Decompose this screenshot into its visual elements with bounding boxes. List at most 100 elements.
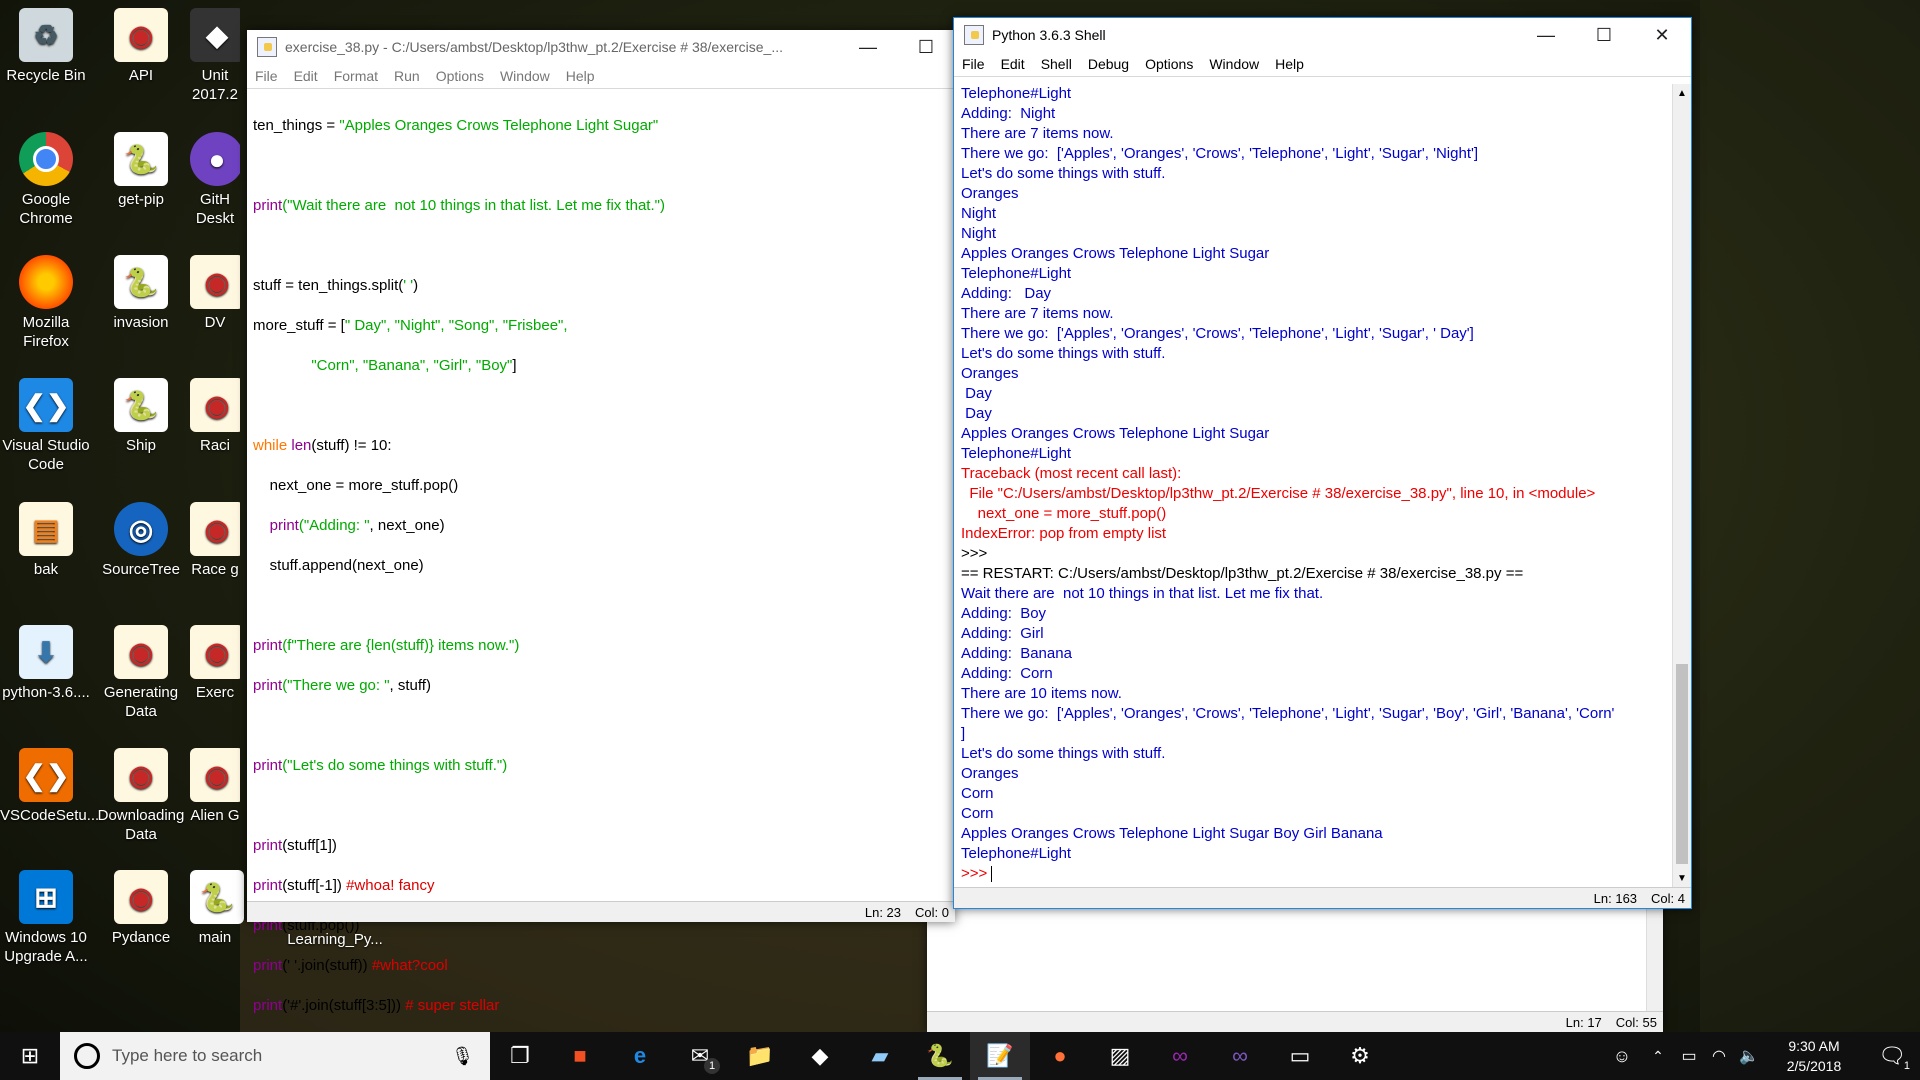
- taskbar-idle[interactable]: 📝: [970, 1032, 1030, 1080]
- menu-options[interactable]: Options: [1137, 56, 1201, 72]
- shell-window[interactable]: Python 3.6.3 Shell — ☐ ✕ File Edit Shell…: [953, 17, 1692, 909]
- menu-window[interactable]: Window: [1201, 56, 1267, 72]
- shell-output[interactable]: Telephone#Light Adding: Night There are 7 …: [961, 84, 1661, 904]
- clock[interactable]: 9:30 AM 2/5/2018: [1764, 1036, 1864, 1076]
- desktop-icon-race-game[interactable]: ◉ Race g: [190, 502, 240, 579]
- menu-help[interactable]: Help: [558, 68, 603, 84]
- shell-scrollbar[interactable]: ▲ ▼: [1672, 84, 1691, 888]
- desktop-icon-windows-upgrade[interactable]: ⊞ Windows 10 Upgrade A...: [0, 870, 92, 966]
- desktop-icon-get-pip[interactable]: 🐍 get-pip: [95, 132, 187, 209]
- tray-expand-button[interactable]: ⌃: [1642, 1032, 1674, 1080]
- desktop-icon-vscode[interactable]: ❮❯ Visual Studio Code: [0, 378, 92, 474]
- desktop-icon-downloading-data[interactable]: ◉ Downloading Data: [95, 748, 187, 844]
- shell-line: IndexError: pop from empty list: [961, 525, 1167, 542]
- desktop-icon-chrome[interactable]: Google Chrome: [0, 132, 92, 228]
- minimize-button[interactable]: —: [839, 30, 897, 64]
- search-box[interactable]: Type here to search 🎙: [60, 1032, 490, 1080]
- desktop-icon-invasion[interactable]: 🐍 invasion: [95, 255, 187, 332]
- menu-format[interactable]: Format: [326, 68, 386, 84]
- taskbar-unity[interactable]: ◆: [790, 1032, 850, 1080]
- task-view-icon: ❐: [510, 1043, 530, 1068]
- maximize-button[interactable]: ☐: [1575, 18, 1633, 52]
- taskbar-terminal[interactable]: ▭: [1270, 1032, 1330, 1080]
- taskbar-photos[interactable]: ▨: [1090, 1032, 1150, 1080]
- editor-title: exercise_38.py - C:/Users/ambst/Desktop/…: [285, 39, 783, 55]
- desktop-icon-pydance[interactable]: ◉ Pydance: [95, 870, 187, 947]
- desktop-icon-recycle-bin[interactable]: ♻ Recycle Bin: [0, 8, 92, 85]
- desktop-icon-racing[interactable]: ◉ Raci: [190, 378, 240, 455]
- start-button[interactable]: ⊞: [0, 1032, 60, 1080]
- desktop-icon-github-desktop[interactable]: ● GitH Deskt: [190, 132, 240, 228]
- desktop-icon-ship[interactable]: 🐍 Ship: [95, 378, 187, 455]
- scroll-down-icon[interactable]: ▼: [1677, 873, 1687, 884]
- desktop-icon-main[interactable]: 🐍 main: [190, 870, 244, 947]
- search-input[interactable]: Type here to search: [112, 1046, 451, 1066]
- python-installer-icon: ⬇: [19, 625, 73, 679]
- scrollbar-thumb[interactable]: [1676, 664, 1688, 864]
- menu-debug[interactable]: Debug: [1080, 56, 1137, 72]
- shell-line: next_one = more_stuff.pop(): [961, 505, 1167, 522]
- battery-icon[interactable]: ▭: [1674, 1032, 1704, 1080]
- volume-icon[interactable]: 🔈: [1734, 1032, 1764, 1080]
- menu-options[interactable]: Options: [428, 68, 492, 84]
- visual-studio-preview-icon: ∞: [1232, 1043, 1248, 1068]
- taskbar-settings[interactable]: ⚙: [1330, 1032, 1390, 1080]
- code-line: print('#'.join(stuff[3:5])) # super stel…: [253, 997, 500, 1014]
- shell-line: Adding: Girl: [961, 625, 1044, 642]
- chrome-icon: [19, 132, 73, 186]
- menu-edit[interactable]: Edit: [286, 68, 326, 84]
- taskbar-store[interactable]: ■: [550, 1032, 610, 1080]
- shell-line: Corn: [961, 785, 994, 802]
- task-view-button[interactable]: ❐: [490, 1032, 550, 1080]
- code-line: print("Let's do some things with stuff."…: [253, 757, 508, 774]
- sourcetree-icon: ◎: [114, 502, 168, 556]
- close-button[interactable]: ✕: [1633, 18, 1691, 52]
- desktop-icon-generating-data[interactable]: ◉ Generating Data: [95, 625, 187, 721]
- taskbar-mail[interactable]: ✉ 1: [670, 1032, 730, 1080]
- shell-line: Apples Oranges Crows Telephone Light Sug…: [961, 425, 1270, 442]
- menu-edit[interactable]: Edit: [993, 56, 1033, 72]
- action-center-button[interactable]: 🗨 1: [1864, 1032, 1920, 1080]
- scroll-up-icon[interactable]: ▲: [1677, 88, 1687, 99]
- desktop-icon-alien-game[interactable]: ◉ Alien G: [190, 748, 240, 825]
- editor-window[interactable]: exercise_38.py - C:/Users/ambst/Desktop/…: [247, 30, 955, 1014]
- menu-shell[interactable]: Shell: [1033, 56, 1080, 72]
- shell-line: Adding: Night: [961, 105, 1056, 122]
- desktop-icon-unity[interactable]: ◆ Unit 2017.2: [190, 8, 240, 104]
- shell-line: >>>: [961, 865, 993, 883]
- menu-file[interactable]: File: [247, 68, 286, 84]
- shell-line: Telephone#Light: [961, 85, 1072, 102]
- desktop-icon-api[interactable]: ◉ API: [95, 8, 187, 85]
- minimize-button[interactable]: —: [1517, 18, 1575, 52]
- desktop-icon-bak[interactable]: ▤ bak: [0, 502, 92, 579]
- people-icon: ☺: [1612, 1045, 1632, 1066]
- microphone-icon[interactable]: 🎙: [451, 1046, 474, 1067]
- taskbar-notepad[interactable]: ▰: [850, 1032, 910, 1080]
- editor-title-bar[interactable]: exercise_38.py - C:/Users/ambst/Desktop/…: [247, 30, 955, 64]
- taskbar-visual-studio[interactable]: ∞: [1150, 1032, 1210, 1080]
- shell-line: Adding: Banana: [961, 645, 1072, 662]
- menu-run[interactable]: Run: [386, 68, 428, 84]
- shell-title-bar[interactable]: Python 3.6.3 Shell — ☐ ✕: [954, 18, 1691, 52]
- taskbar-file-explorer[interactable]: 📁: [730, 1032, 790, 1080]
- taskbar-vs-preview[interactable]: ∞: [1210, 1032, 1270, 1080]
- taskbar-python[interactable]: 🐍: [910, 1032, 970, 1080]
- wifi-icon[interactable]: ◠: [1704, 1032, 1734, 1080]
- menu-window[interactable]: Window: [492, 68, 558, 84]
- menu-file[interactable]: File: [954, 56, 993, 72]
- taskbar-firefox[interactable]: ●: [1030, 1032, 1090, 1080]
- desktop-icon-vscode-setup[interactable]: ❮❯ VSCodeSetu...: [0, 748, 99, 825]
- desktop-icon-firefox[interactable]: Mozilla Firefox: [0, 255, 92, 351]
- taskbar-edge[interactable]: e: [610, 1032, 670, 1080]
- clock-date: 2/5/2018: [1786, 1058, 1842, 1074]
- desktop-icon-sourcetree[interactable]: ◎ SourceTree: [95, 502, 187, 579]
- people-button[interactable]: ☺: [1602, 1032, 1642, 1080]
- vscode-setup-icon: ❮❯: [19, 748, 73, 802]
- unity-icon: ◆: [190, 8, 240, 62]
- desktop-icon-exercise[interactable]: ◉ Exerc: [190, 625, 240, 702]
- menu-help[interactable]: Help: [1267, 56, 1312, 72]
- desktop-icon-dv[interactable]: ◉ DV: [190, 255, 240, 332]
- maximize-button[interactable]: ☐: [897, 30, 955, 64]
- desktop-icon-python-installer[interactable]: ⬇ python-3.6....: [0, 625, 92, 702]
- shell-line: File "C:/Users/ambst/Desktop/lp3thw_pt.2…: [961, 485, 1596, 502]
